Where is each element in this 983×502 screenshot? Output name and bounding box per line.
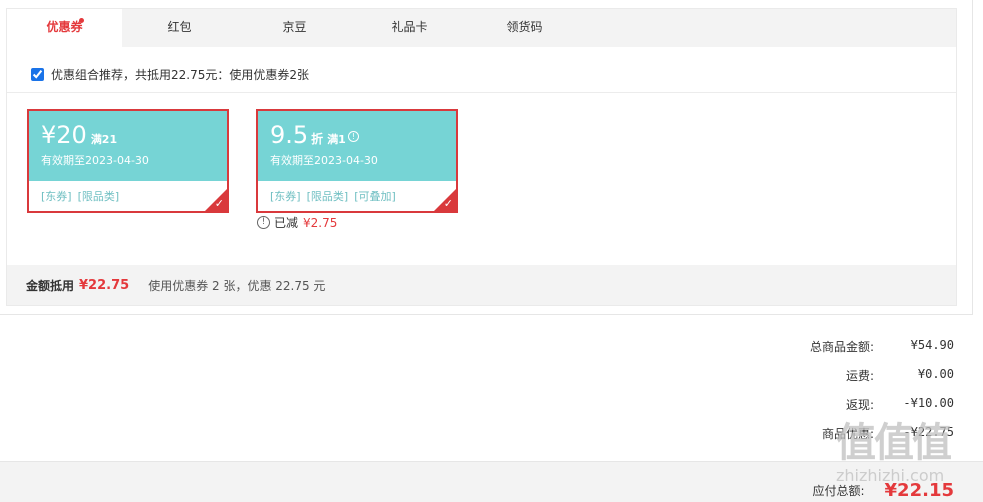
coupon-header: ¥20 满21 有效期至2023-04-30 [29, 111, 227, 181]
reduced-label: 已减 [274, 216, 299, 230]
coupon-panel: 优惠券 红包 京豆 礼品卡 领货码 优惠组合推荐，共抵用22.75元：使用优惠券… [6, 8, 957, 306]
coupon-card-2[interactable]: 9.5 折满1! 有效期至2023-04-30 [东券] [限品类] [可叠加] ✓ [256, 109, 458, 213]
coupon-condition: 满1 [327, 133, 346, 146]
coupon-amount-value: ¥20 [41, 121, 87, 149]
tab-redeem-code[interactable]: 领货码 [467, 9, 582, 47]
coupon-tags: [东券] [限品类] [41, 188, 125, 204]
coupon-tag: [限品类] [77, 190, 120, 203]
summary-label: 返现: [845, 398, 874, 412]
coupon-header: 9.5 折满1! 有效期至2023-04-30 [258, 111, 456, 181]
coupon-amount: 9.5 折满1! [270, 120, 359, 155]
coupon-validity: 有效期至2023-04-30 [41, 154, 149, 167]
reduced-value: ¥2.75 [303, 215, 338, 230]
summary-row-goods: 总商品金额: ¥54.90 [764, 338, 954, 358]
summary-value: -¥10.00 [903, 396, 954, 410]
coupon-card-1[interactable]: ¥20 满21 有效期至2023-04-30 [东券] [限品类] ✓ [27, 109, 229, 213]
coupon-validity: 有效期至2023-04-30 [270, 154, 378, 167]
combo-text: 优惠组合推荐，共抵用22.75元：使用优惠券2张 [51, 67, 309, 82]
deduction-desc: 使用优惠券 2 张，优惠 22.75 元 [148, 278, 326, 293]
notification-dot [79, 18, 84, 23]
tab-jingdou[interactable]: 京豆 [237, 9, 352, 47]
reduced-note: ! 已减 ¥2.75 [257, 214, 337, 231]
info-icon: ! [257, 216, 270, 229]
divider [0, 314, 972, 315]
coupon-tags: [东券] [限品类] [可叠加] [270, 188, 402, 204]
deduction-bar: 金额抵用 ¥22.75 使用优惠券 2 张，优惠 22.75 元 [7, 265, 956, 305]
check-icon: ✓ [443, 197, 453, 210]
coupon-condition: 满21 [90, 133, 118, 146]
tab-gift-card[interactable]: 礼品卡 [352, 9, 467, 47]
info-icon[interactable]: ! [347, 130, 359, 142]
summary-label: 运费: [845, 369, 874, 383]
summary-value: ¥0.00 [917, 367, 954, 381]
coupon-unit: 折 [311, 132, 324, 146]
coupon-tag: [东券] [41, 190, 72, 203]
watermark-logo: 值值值 [836, 420, 952, 466]
divider [972, 0, 973, 315]
coupon-amount: ¥20 满21 [41, 120, 117, 155]
watermark-url: zhizhizhi.com [836, 466, 945, 485]
site-watermark: 值值值 zhizhizhi.com [836, 419, 976, 501]
summary-value: ¥54.90 [910, 338, 954, 352]
combo-checkbox[interactable] [31, 67, 44, 81]
summary-row-shipping: 运费: ¥0.00 [764, 367, 954, 387]
deduction-label: 金额抵用 [26, 278, 75, 293]
tab-coupon[interactable]: 优惠券 [7, 9, 122, 47]
coupon-tag: [可叠加] [354, 190, 396, 203]
coupon-tag: [东券] [270, 190, 301, 203]
tab-bar: 优惠券 红包 京豆 礼品卡 领货码 [7, 9, 956, 47]
deduction-amount: ¥22.75 [79, 277, 130, 293]
combo-recommendation[interactable]: 优惠组合推荐，共抵用22.75元：使用优惠券2张 [31, 64, 309, 84]
summary-label: 总商品金额: [809, 340, 874, 354]
divider [7, 92, 956, 93]
tab-label: 优惠券 [46, 20, 83, 34]
summary-row-cashback: 返现: -¥10.00 [764, 396, 954, 416]
check-icon: ✓ [214, 197, 224, 210]
tab-red-packet[interactable]: 红包 [122, 9, 237, 47]
coupon-amount-value: 9.5 [270, 121, 309, 149]
coupon-tag: [限品类] [306, 190, 349, 203]
